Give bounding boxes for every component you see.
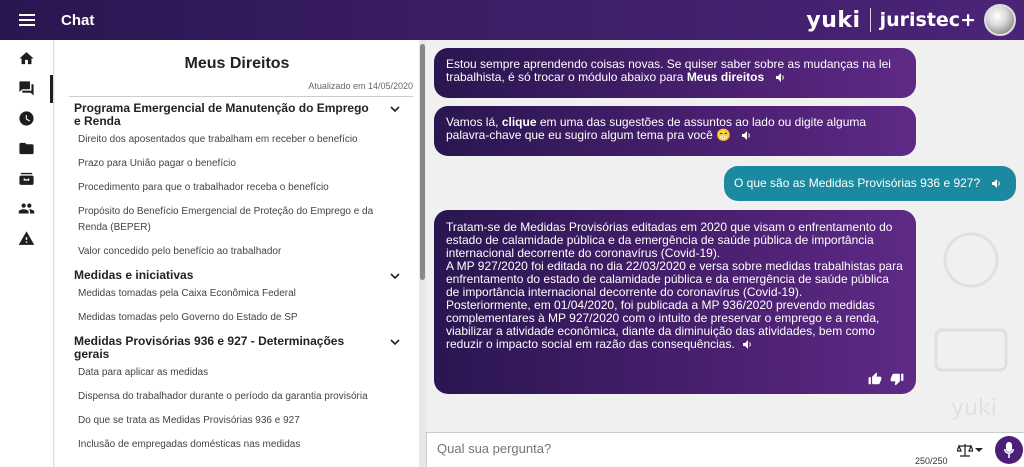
rail-home[interactable]: [0, 43, 53, 73]
menu-button[interactable]: [0, 0, 54, 40]
message-text: Vamos lá,: [446, 115, 502, 129]
home-icon: [19, 51, 34, 64]
thumbs-up-icon[interactable]: [868, 372, 882, 386]
section-header[interactable]: Medidas Provisórias 936 e 927 - Determin…: [74, 335, 401, 361]
list-item[interactable]: Medidas tomadas pela Caixa Econômica Fed…: [74, 282, 401, 306]
top-bar: Chat yuki juristec+: [0, 0, 1024, 40]
chat-icon: [19, 80, 34, 96]
message-text: Posteriormente, em 01/04/2020, foi publi…: [446, 298, 880, 351]
message-text: O que são as Medidas Provisórias 936 e 9…: [734, 176, 981, 190]
scrollbar-thumb[interactable]: [420, 44, 425, 280]
app-title: Chat: [61, 11, 95, 29]
speaker-icon[interactable]: [742, 131, 752, 140]
chevron-down-icon: [390, 273, 400, 280]
speaker-icon[interactable]: [775, 73, 786, 82]
bot-message: Vamos lá, clique em uma das sugestões de…: [434, 106, 916, 156]
section-title: Programa Emergencial de Manutenção do Em…: [74, 101, 369, 128]
message-bold: clique: [501, 115, 537, 129]
list-item[interactable]: Do que se trata as Medidas Provisórias 9…: [74, 409, 401, 433]
chevron-down-icon: [390, 106, 400, 113]
rail-documents[interactable]: [0, 133, 53, 163]
scale-icon: [957, 444, 973, 457]
svg-text:yuki: yuki: [951, 396, 997, 420]
section-medidas-provisorias: Medidas Provisórias 936 e 927 - Determin…: [74, 335, 401, 457]
list-item[interactable]: Dispensa do trabalhador durante o períod…: [74, 385, 401, 409]
inbox-icon: [19, 172, 34, 185]
clock-icon: [19, 110, 34, 126]
caret-down-icon: [975, 448, 983, 452]
message-text: Estou sempre aprendendo coisas novas. Se…: [446, 57, 891, 84]
thumbs-down-icon[interactable]: [890, 372, 904, 386]
user-message: O que são as Medidas Provisórias 936 e 9…: [724, 166, 1016, 201]
section-title: Medidas Provisórias 936 e 927 - Determin…: [74, 334, 345, 361]
warning-icon: [18, 230, 35, 245]
panel-title: Meus Direitos: [184, 55, 290, 72]
chat-area: yuki Estou sempre aprendendo coisas nova…: [426, 40, 1024, 467]
background-pattern: yuki: [934, 232, 1008, 420]
brand-yuki: yuki: [806, 7, 861, 33]
updated-date: Atualizado em 14/05/2020: [308, 81, 413, 91]
chevron-down-icon: [390, 339, 400, 346]
list-item[interactable]: Propósito do Benefício Emergencial de Pr…: [74, 200, 401, 240]
brand-logo: yuki juristec+: [806, 6, 976, 34]
list-item[interactable]: Data para aplicar as medidas: [74, 361, 401, 385]
list-item[interactable]: Inclusão de empregadas domésticas nas me…: [74, 433, 401, 457]
message-paragraph: Tratam-se de Medidas Provisórias editada…: [446, 220, 893, 260]
section-header[interactable]: Medidas e iniciativas: [74, 269, 401, 282]
section-programa-emergencial: Programa Emergencial de Manutenção do Em…: [74, 102, 401, 264]
message-bold: Meus direitos: [686, 70, 765, 84]
list-item[interactable]: Direito dos aposentados que trabalham em…: [74, 128, 401, 152]
hamburger-icon: [19, 14, 35, 26]
rail-history[interactable]: [0, 103, 53, 133]
section-medidas-iniciativas: Medidas e iniciativas Medidas tomadas pe…: [74, 269, 401, 330]
rail-contacts[interactable]: [0, 193, 53, 223]
people-icon: [18, 203, 35, 213]
rail-alerts[interactable]: [0, 223, 53, 253]
list-item[interactable]: Valor concedido pelo benefício ao trabal…: [74, 240, 401, 264]
rail-chat[interactable]: [0, 73, 53, 103]
rail-archive[interactable]: [0, 163, 53, 193]
microphone-icon: [1004, 442, 1014, 458]
feedback-buttons: [868, 372, 904, 386]
section-title: Medidas e iniciativas: [74, 268, 194, 282]
brand-divider: [869, 8, 871, 32]
section-header[interactable]: Programa Emergencial de Manutenção do Em…: [74, 102, 401, 128]
bot-message: Estou sempre aprendendo coisas novas. Se…: [434, 48, 916, 98]
panel-scrollbar[interactable]: [419, 40, 426, 467]
list-item[interactable]: Medidas tomadas pelo Governo do Estado d…: [74, 306, 401, 330]
side-rail: [0, 40, 54, 467]
brand-juristec: juristec+: [879, 9, 976, 31]
list-item[interactable]: Prazo para União pagar o benefício: [74, 152, 401, 176]
speaker-icon[interactable]: [991, 179, 1002, 188]
rights-panel: Meus Direitos Atualizado em 14/05/2020 P…: [55, 40, 419, 467]
char-counter: 250/250: [915, 456, 948, 466]
speaker-icon[interactable]: [742, 340, 753, 349]
list-item[interactable]: Procedimento para que o trabalhador rece…: [74, 176, 401, 200]
question-bar: 250/250: [426, 432, 1024, 467]
message-paragraph: A MP 927/2020 foi editada no dia 22/03/2…: [446, 259, 903, 299]
module-selector-button[interactable]: [957, 443, 983, 457]
message-paragraph: Posteriormente, em 01/04/2020, foi publi…: [446, 299, 904, 351]
panel-divider: [69, 96, 413, 97]
question-input[interactable]: [437, 441, 877, 456]
microphone-button[interactable]: [995, 436, 1023, 464]
bot-message: Tratam-se de Medidas Provisórias editada…: [434, 210, 916, 394]
user-avatar[interactable]: [984, 4, 1016, 36]
folder-icon: [19, 142, 34, 154]
